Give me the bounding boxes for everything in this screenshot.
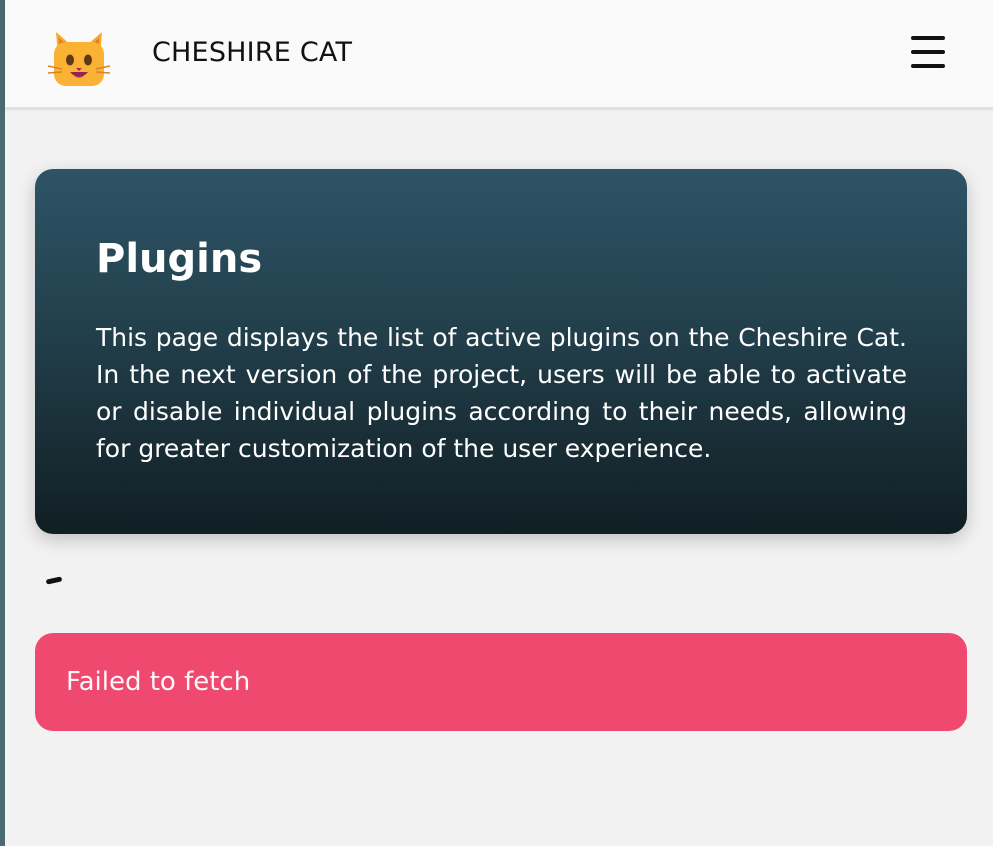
cat-face-icon[interactable] bbox=[46, 28, 112, 88]
menu-bar-bottom bbox=[911, 64, 945, 68]
error-message: Failed to fetch bbox=[66, 667, 251, 697]
page-title: Plugins bbox=[96, 236, 263, 282]
menu-bar-middle bbox=[911, 50, 945, 54]
hamburger-menu-icon[interactable] bbox=[907, 34, 947, 70]
loading-indicator bbox=[45, 576, 63, 585]
plugins-hero-card: Plugins This page displays the list of a… bbox=[35, 169, 967, 534]
menu-bar-top bbox=[911, 36, 945, 40]
page-description: This page displays the list of active pl… bbox=[96, 323, 907, 463]
top-navbar: CHESHIRE CAT bbox=[5, 0, 993, 108]
app-title: CHESHIRE CAT bbox=[152, 37, 353, 68]
error-alert: Failed to fetch bbox=[35, 633, 967, 731]
window-edge bbox=[0, 0, 5, 846]
